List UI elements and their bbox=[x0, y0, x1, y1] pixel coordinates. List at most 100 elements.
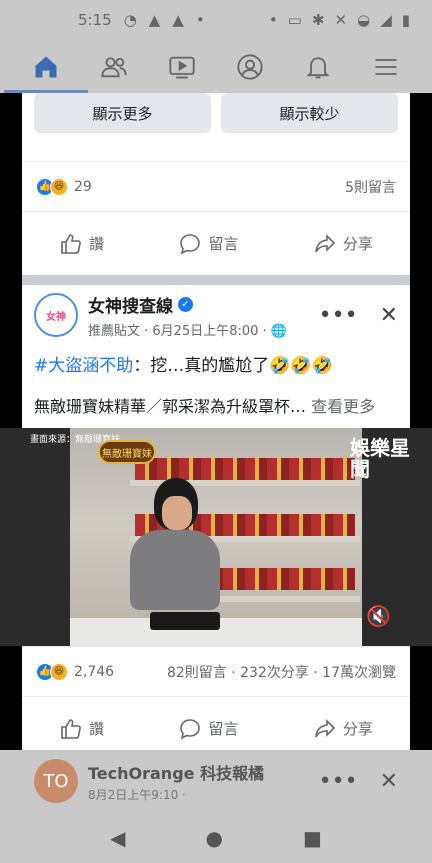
home-icon bbox=[35, 56, 57, 77]
mute-icon: ✕ bbox=[334, 11, 348, 29]
status-left-icons: ◔ ▲ ▲ • bbox=[124, 11, 205, 29]
more-options-icon-2[interactable]: ••• bbox=[319, 769, 358, 794]
previous-post: 顯示更多 顯示較少 👍 😆 29 5則留言 讚 留言 分享 bbox=[22, 93, 410, 275]
post-separator bbox=[22, 275, 410, 285]
share-icon bbox=[315, 233, 335, 252]
system-nav: ◀ ● ■ bbox=[0, 812, 432, 863]
comment-label: 留言 bbox=[208, 235, 239, 253]
haha-reaction-icon: 😆 bbox=[50, 177, 68, 196]
thumbs-up-icon bbox=[61, 233, 82, 254]
share-label-2: 分享 bbox=[342, 720, 373, 738]
close-icon[interactable]: ✕ bbox=[380, 303, 398, 328]
nav-watch[interactable] bbox=[158, 40, 206, 93]
comment-button[interactable]: 留言 bbox=[178, 232, 239, 256]
like-label-2: 讚 bbox=[89, 720, 105, 738]
share-button-2[interactable]: 分享 bbox=[313, 717, 373, 741]
dot-icon-right: • bbox=[268, 11, 278, 29]
battery-icon: ▮ bbox=[401, 11, 410, 29]
globe-icon: 🌐 bbox=[270, 323, 287, 339]
friends-icon bbox=[101, 56, 127, 77]
brand-watermark: 娛樂星聞 bbox=[350, 436, 410, 481]
caption-line2: 無敵珊寶妹精華／郭采潔為升級罩杯… bbox=[34, 396, 307, 416]
wifi-icon: ◒ bbox=[357, 11, 371, 29]
next-post-meta: 8月2日上午9:10 · bbox=[88, 787, 186, 802]
post-meta: 推薦貼文 · 6月25日上午8:00 · 🌐 bbox=[88, 320, 319, 339]
alarm-icon: ◔ bbox=[123, 11, 137, 29]
like-button[interactable]: 讚 bbox=[59, 232, 104, 256]
post-stats[interactable]: 82則留言 · 232次分享 · 17萬次瀏覽 bbox=[167, 662, 396, 682]
like-button-2[interactable]: 讚 bbox=[59, 717, 104, 741]
comment-count[interactable]: 5則留言 bbox=[345, 177, 396, 197]
post-header: 女神 女神搜查線 ✓ 推薦貼文 · 6月25日上午8:00 · 🌐 ••• ✕ bbox=[22, 285, 410, 345]
close-icon-2[interactable]: ✕ bbox=[380, 769, 398, 794]
status-right-icons: • ▭ ✱ ✕ ◒ ◢ ▮ bbox=[269, 11, 410, 29]
video-player[interactable]: 畫面來源：無敵珊寶妹 無敵珊寶妹 娛樂星聞 🔇 bbox=[0, 428, 432, 646]
page-name[interactable]: 女神搜查線 bbox=[88, 292, 173, 317]
next-post-header-actions: ••• ✕ bbox=[319, 769, 398, 794]
post-caption: #大盜涵不助：挖…真的尷尬了🤣🤣🤣 bbox=[22, 345, 410, 379]
reactions-summary-2[interactable]: 👍 😆 2,746 82則留言 · 232次分享 · 17萬次瀏覽 bbox=[22, 646, 410, 696]
show-less-button[interactable]: 顯示較少 bbox=[221, 93, 398, 133]
recents-icon[interactable]: ■ bbox=[303, 826, 322, 850]
post-caption-line2: 無敵珊寶妹精華／郭采潔為升級罩杯… 查看更多 bbox=[22, 379, 410, 429]
next-page-name[interactable]: TechOrange 科技報橘 bbox=[88, 760, 264, 784]
share-label: 分享 bbox=[342, 235, 373, 253]
share-icon-2 bbox=[315, 718, 335, 737]
more-options-icon[interactable]: ••• bbox=[319, 303, 358, 328]
caption-text: ：挖…真的尷尬了🤣🤣🤣 bbox=[133, 356, 333, 376]
back-icon[interactable]: ◀ bbox=[110, 826, 125, 850]
profile-icon bbox=[237, 53, 263, 80]
cast-icon: ▭ bbox=[287, 11, 302, 29]
device bbox=[150, 612, 220, 630]
post-header-actions: ••• ✕ bbox=[319, 303, 398, 328]
signal-icon: ◢ bbox=[380, 11, 392, 29]
post-header-text: 女神搜查線 ✓ 推薦貼文 · 6月25日上午8:00 · 🌐 bbox=[88, 292, 319, 339]
nav-profile[interactable] bbox=[226, 40, 274, 93]
comment-button-2[interactable]: 留言 bbox=[178, 717, 239, 741]
hashtag-link[interactable]: #大盜涵不助 bbox=[34, 356, 133, 376]
post-meta-text: 推薦貼文 · 6月25日上午8:00 · bbox=[88, 323, 267, 339]
comment-icon-2 bbox=[180, 718, 201, 740]
comment-icon bbox=[180, 233, 201, 255]
watch-icon bbox=[169, 56, 195, 78]
home-circle-icon[interactable]: ● bbox=[206, 826, 223, 850]
reaction-icons: 👍 😆 bbox=[36, 177, 68, 196]
page-name-row: 女神搜查線 ✓ bbox=[88, 292, 319, 317]
reactions-summary[interactable]: 👍 😆 29 5則留言 bbox=[22, 161, 410, 211]
sponsored-post-footer: 👍 😆 2,746 82則留言 · 232次分享 · 17萬次瀏覽 讚 留言 分… bbox=[22, 646, 410, 760]
nav-friends[interactable] bbox=[90, 40, 138, 93]
bell-icon bbox=[306, 56, 330, 78]
next-post-header: TO TechOrange 科技報橘 8月2日上午9:10 · ••• ✕ bbox=[22, 750, 410, 812]
person-body bbox=[130, 530, 220, 610]
nav-menu[interactable] bbox=[362, 40, 410, 93]
post-actions: 讚 留言 分享 bbox=[22, 211, 410, 275]
android-icon: ▲ bbox=[148, 11, 161, 29]
next-post-header-text: TechOrange 科技報橘 8月2日上午9:10 · bbox=[78, 760, 264, 803]
share-button[interactable]: 分享 bbox=[313, 232, 373, 256]
android-icon-2: ▲ bbox=[172, 11, 184, 29]
menu-icon bbox=[375, 58, 397, 75]
top-nav bbox=[0, 40, 432, 93]
status-time: 5:15 bbox=[78, 11, 112, 29]
bluetooth-icon: ✱ bbox=[311, 11, 325, 29]
person-face bbox=[162, 496, 192, 530]
thumbs-up-icon-2 bbox=[61, 718, 82, 739]
reaction-count: 29 bbox=[74, 178, 92, 195]
video-person bbox=[120, 468, 230, 628]
reaction-count-2: 2,746 bbox=[74, 663, 115, 680]
next-page-avatar[interactable]: TO bbox=[34, 759, 78, 803]
show-logo: 無敵珊寶妹 bbox=[98, 440, 156, 464]
dot-icon: • bbox=[195, 11, 205, 29]
nav-home[interactable] bbox=[4, 40, 88, 93]
reaction-icons-2: 👍 😆 bbox=[36, 662, 68, 681]
comment-label-2: 留言 bbox=[208, 720, 239, 738]
nav-notifications[interactable] bbox=[294, 40, 342, 93]
haha-reaction-icon-2: 😆 bbox=[50, 662, 68, 681]
verified-badge-icon: ✓ bbox=[178, 296, 193, 312]
mute-icon[interactable]: 🔇 bbox=[366, 604, 391, 628]
see-more-link[interactable]: 查看更多 bbox=[311, 397, 375, 416]
comment-expand-bar: 顯示更多 顯示較少 bbox=[22, 93, 410, 161]
page-avatar[interactable]: 女神 bbox=[34, 293, 78, 337]
like-label: 讚 bbox=[89, 235, 105, 253]
show-more-button[interactable]: 顯示更多 bbox=[34, 93, 211, 133]
